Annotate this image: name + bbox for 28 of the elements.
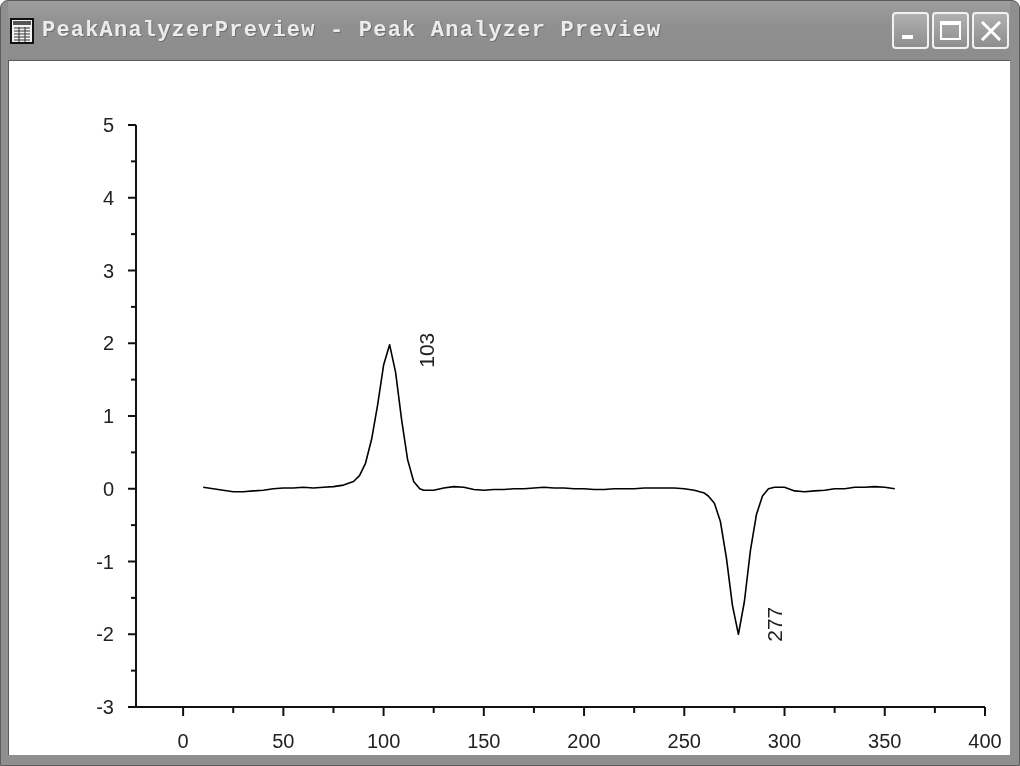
minimize-button[interactable]	[892, 12, 929, 49]
y-tick-label: 5	[102, 114, 114, 136]
maximize-icon	[940, 21, 961, 40]
y-tick-label: 2	[102, 332, 114, 355]
peak-label: 277	[763, 606, 787, 642]
y-tick-label: 1	[102, 405, 114, 427]
x-tick-label: 300	[767, 730, 802, 752]
x-tick-label: 200	[567, 730, 601, 752]
x-tick-label: 0	[177, 730, 189, 752]
y-tick-label: -1	[96, 550, 114, 573]
x-tick-label: 350	[868, 730, 902, 752]
close-icon	[980, 20, 1001, 41]
x-tick-label: 150	[467, 730, 501, 752]
y-tick-label: 4	[102, 186, 114, 209]
x-tick-label: 400	[968, 730, 1002, 752]
maximize-button[interactable]	[932, 12, 969, 49]
x-tick-label: 250	[667, 730, 701, 752]
window-title: PeakAnalyzerPreview - Peak Analyzer Preview	[42, 18, 662, 43]
minimize-icon	[902, 35, 913, 39]
y-tick-label: 3	[102, 259, 114, 282]
peak-label: 103	[414, 332, 438, 368]
y-tick-label: 0	[102, 477, 114, 500]
close-button[interactable]	[972, 12, 1009, 49]
spreadsheet-icon	[10, 17, 34, 44]
y-tick-label: -2	[96, 623, 114, 646]
x-tick-label: 50	[272, 730, 295, 752]
y-tick-label: -3	[96, 696, 114, 718]
x-tick-label: 100	[366, 730, 401, 752]
